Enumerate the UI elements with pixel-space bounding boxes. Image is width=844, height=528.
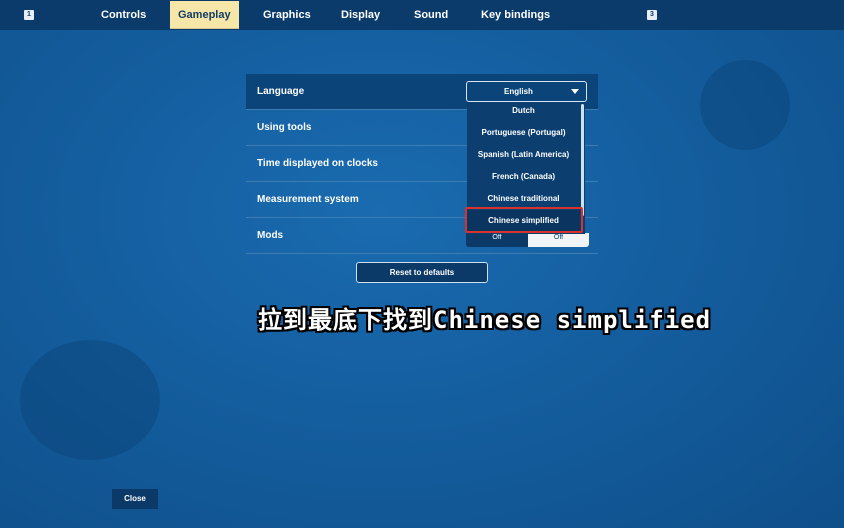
background-splat [700, 60, 790, 150]
dropdown-scrollbar[interactable] [581, 104, 584, 216]
setting-label: Measurement system [257, 194, 359, 205]
tab-graphics[interactable]: Graphics [263, 0, 311, 30]
tab-gameplay[interactable]: Gameplay [170, 1, 239, 29]
next-tab-key-hint[interactable]: 3 [647, 10, 657, 20]
mods-toggle-off-right[interactable]: Off [528, 233, 589, 247]
language-option[interactable]: Spanish (Latin America) [467, 144, 580, 166]
prev-tab-key-hint[interactable]: 1 [24, 10, 34, 20]
mods-toggle[interactable]: Off Off [466, 233, 589, 247]
language-select-value: English [504, 87, 533, 96]
setting-label: Language [257, 86, 305, 97]
top-nav-bar: 1 Controls Gameplay Graphics Display Sou… [0, 0, 844, 30]
chevron-down-icon [571, 89, 579, 94]
close-button[interactable]: Close [112, 489, 158, 509]
setting-label: Mods [257, 230, 284, 241]
tab-key-bindings[interactable]: Key bindings [481, 0, 550, 30]
annotation-highlight-box [465, 207, 583, 233]
tab-display[interactable]: Display [341, 0, 380, 30]
language-option[interactable]: Portuguese (Portugal) [467, 122, 580, 144]
mods-toggle-off-left[interactable]: Off [466, 233, 528, 247]
tab-controls[interactable]: Controls [101, 0, 146, 30]
language-select[interactable]: English [466, 81, 587, 102]
setting-label: Time displayed on clocks [257, 158, 378, 169]
video-caption: 拉到最底下找到Chinese simplified [258, 306, 712, 334]
reset-to-defaults-button[interactable]: Reset to defaults [356, 262, 488, 283]
language-option[interactable]: French (Canada) [467, 166, 580, 188]
setting-label: Using tools [257, 122, 312, 133]
tab-sound[interactable]: Sound [414, 0, 448, 30]
language-option[interactable]: Dutch [467, 102, 580, 122]
background-splat [20, 340, 160, 460]
